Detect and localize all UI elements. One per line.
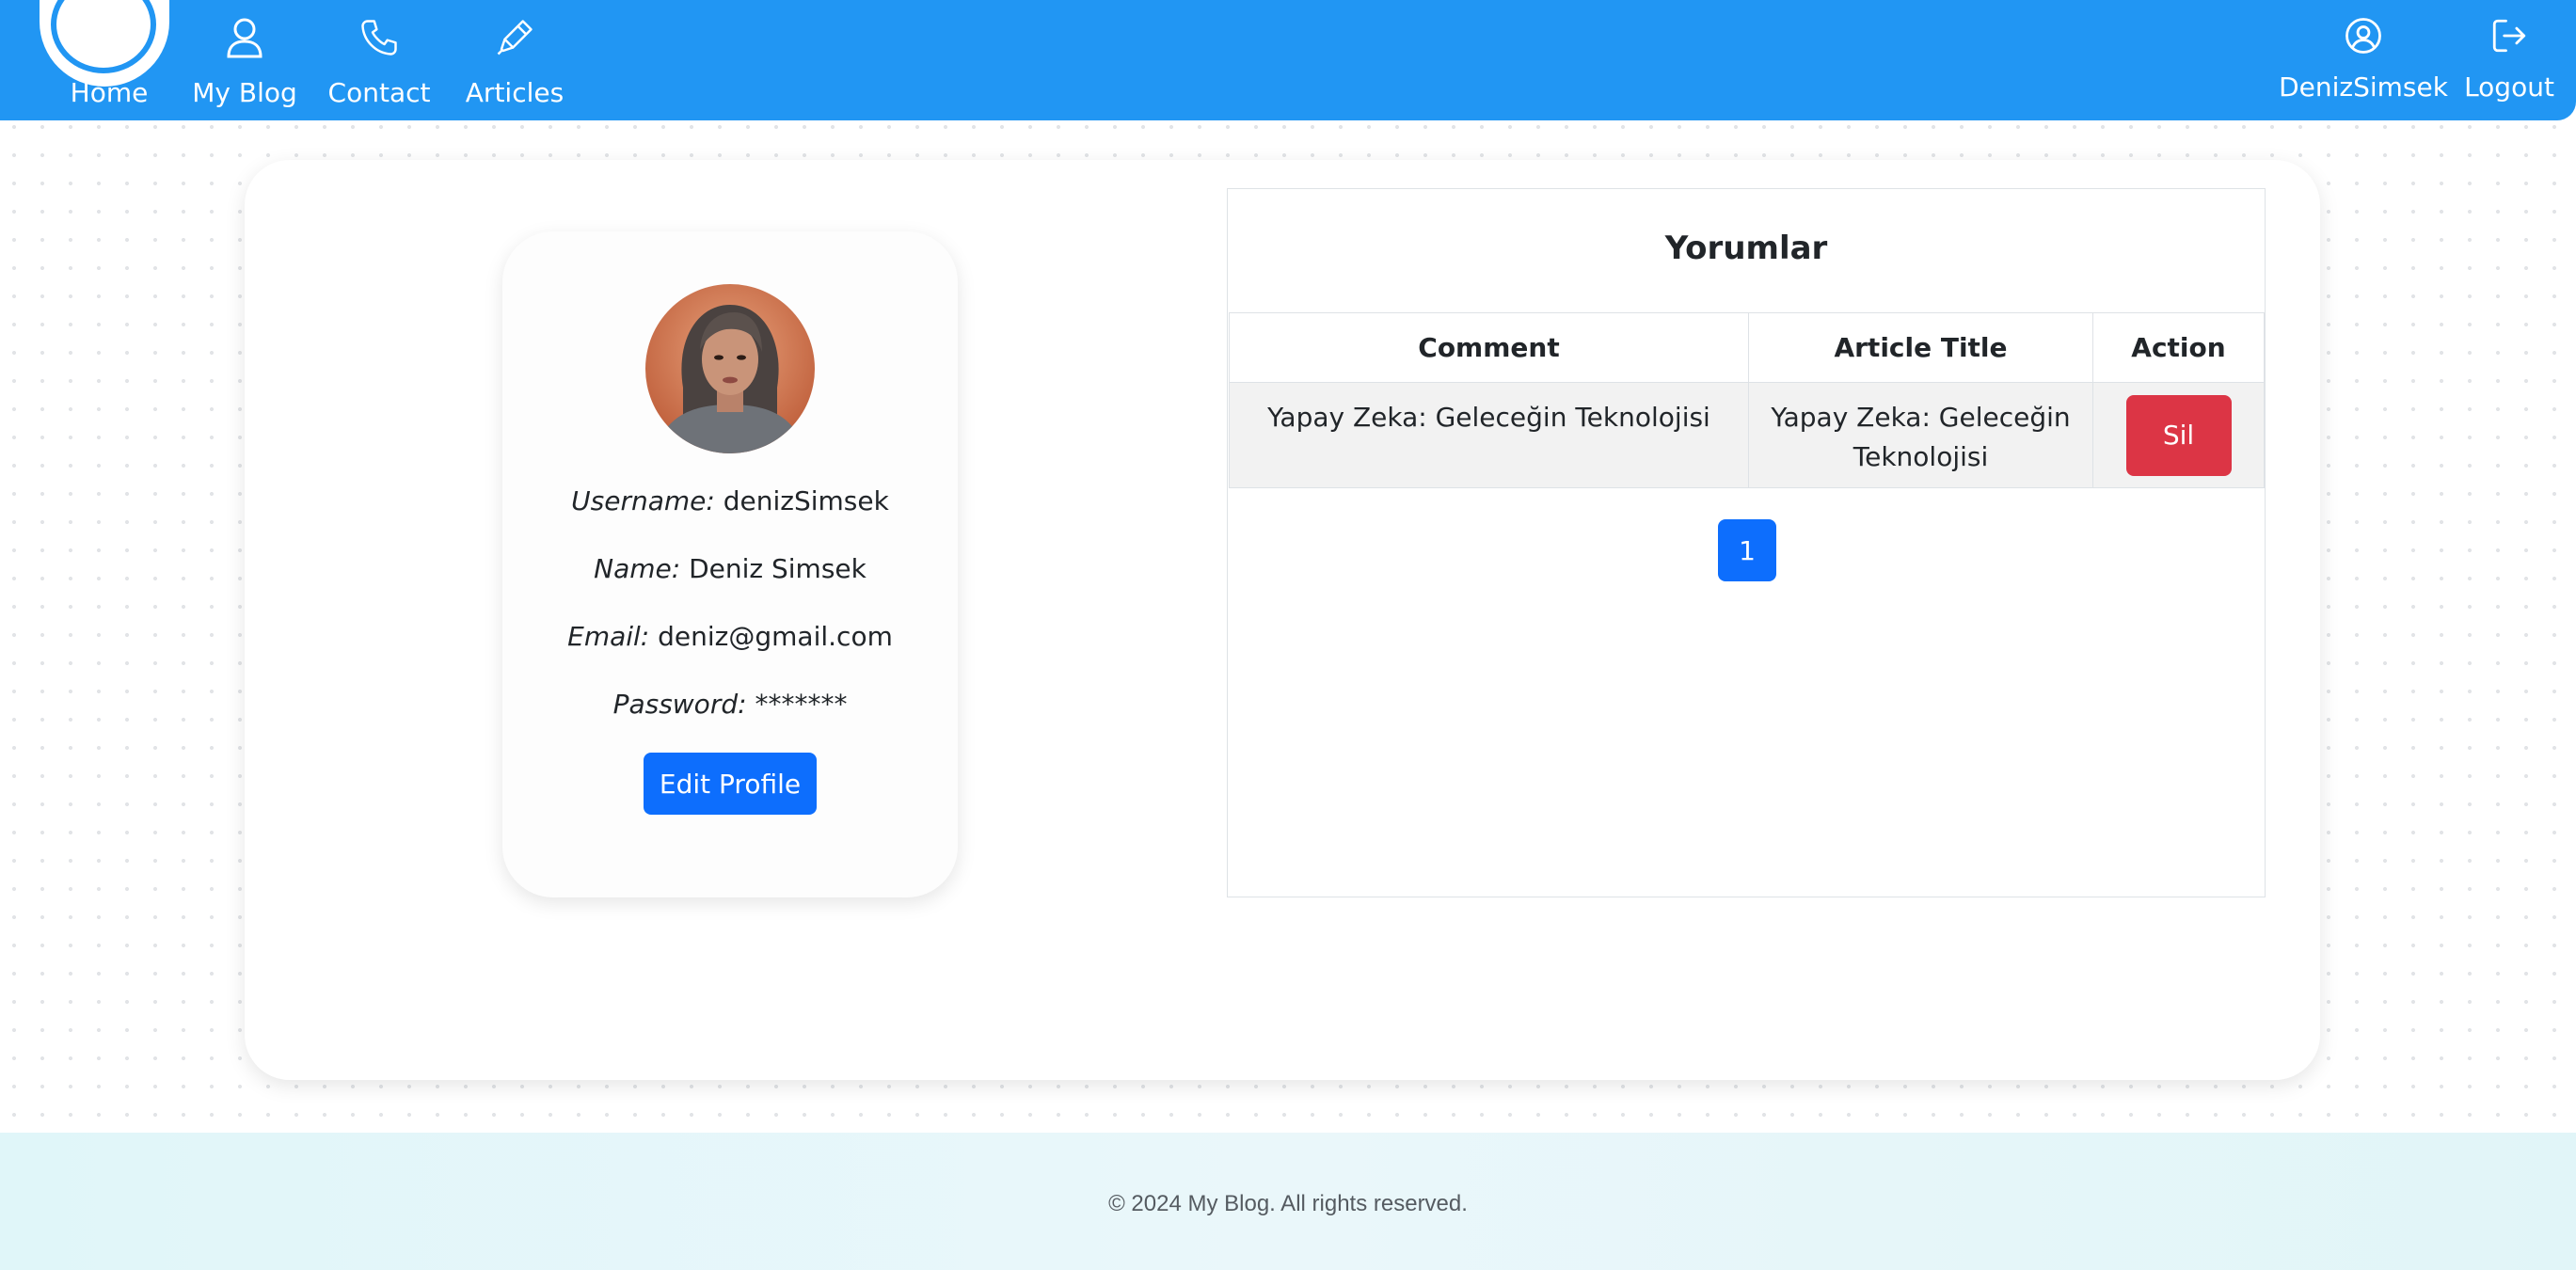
username-value: denizSimsek bbox=[723, 485, 889, 516]
edit-profile-button[interactable]: Edit Profile bbox=[644, 753, 817, 815]
password-value: ******* bbox=[755, 689, 848, 720]
user-icon bbox=[222, 15, 267, 60]
nav-item-user-profile[interactable]: DenizSimsek bbox=[2279, 13, 2448, 117]
username-label: DenizSimsek bbox=[2279, 71, 2448, 103]
phone-icon bbox=[357, 15, 402, 60]
profile-email-field: Email: deniz@gmail.com bbox=[502, 621, 958, 652]
name-value: Deniz Simsek bbox=[689, 553, 867, 584]
user-circle-icon bbox=[2341, 13, 2386, 58]
nav-item-articles[interactable]: Articles bbox=[463, 15, 566, 119]
pagination-page-button[interactable]: 1 bbox=[1718, 519, 1776, 581]
top-navbar: Home My Blog Contact Articles DenizSimse… bbox=[0, 0, 2576, 120]
nav-item-label: Articles bbox=[465, 77, 564, 108]
article-title-cell: Yapay Zeka: Geleceğin Teknolojisi bbox=[1748, 382, 2093, 488]
table-row: Yapay Zeka: Geleceğin Teknolojisi Yapay … bbox=[1229, 382, 2265, 488]
comment-cell: Yapay Zeka: Geleceğin Teknolojisi bbox=[1229, 382, 1749, 488]
logout-icon bbox=[2487, 13, 2532, 58]
column-header: Action bbox=[2092, 312, 2265, 383]
column-header: Comment bbox=[1229, 312, 1749, 383]
comments-table: Comment Article Title Action Yapay Zeka:… bbox=[1229, 312, 2265, 488]
footer-copyright: © 2024 My Blog. All rights reserved. bbox=[1108, 1191, 1468, 1216]
nav-item-label: My Blog bbox=[192, 77, 297, 108]
field-label: Password: bbox=[612, 689, 747, 720]
profile-name-field: Name: Deniz Simsek bbox=[502, 553, 958, 584]
nav-item-my-blog[interactable]: My Blog bbox=[188, 15, 301, 119]
nav-item-home[interactable]: Home bbox=[64, 15, 154, 119]
logout-button[interactable]: Logout bbox=[2459, 13, 2559, 117]
table-header-row: Comment Article Title Action bbox=[1229, 312, 2265, 383]
field-label: Email: bbox=[567, 621, 650, 652]
pen-icon bbox=[492, 15, 537, 60]
nav-item-label: Home bbox=[70, 77, 149, 108]
action-cell: Sil bbox=[2092, 382, 2265, 488]
delete-comment-button[interactable]: Sil bbox=[2125, 394, 2232, 476]
logout-label: Logout bbox=[2464, 71, 2554, 103]
field-label: Name: bbox=[594, 553, 681, 584]
avatar bbox=[645, 284, 815, 453]
profile-password-field: Password: ******* bbox=[502, 689, 958, 720]
nav-item-contact[interactable]: Contact bbox=[327, 15, 431, 119]
email-value: deniz@gmail.com bbox=[658, 621, 893, 652]
nav-item-label: Contact bbox=[327, 77, 431, 108]
profile-username-field: Username: denizSimsek bbox=[502, 485, 958, 516]
field-label: Username: bbox=[571, 485, 715, 516]
column-header: Article Title bbox=[1748, 312, 2093, 383]
comments-title: Yorumlar bbox=[1664, 230, 1828, 267]
